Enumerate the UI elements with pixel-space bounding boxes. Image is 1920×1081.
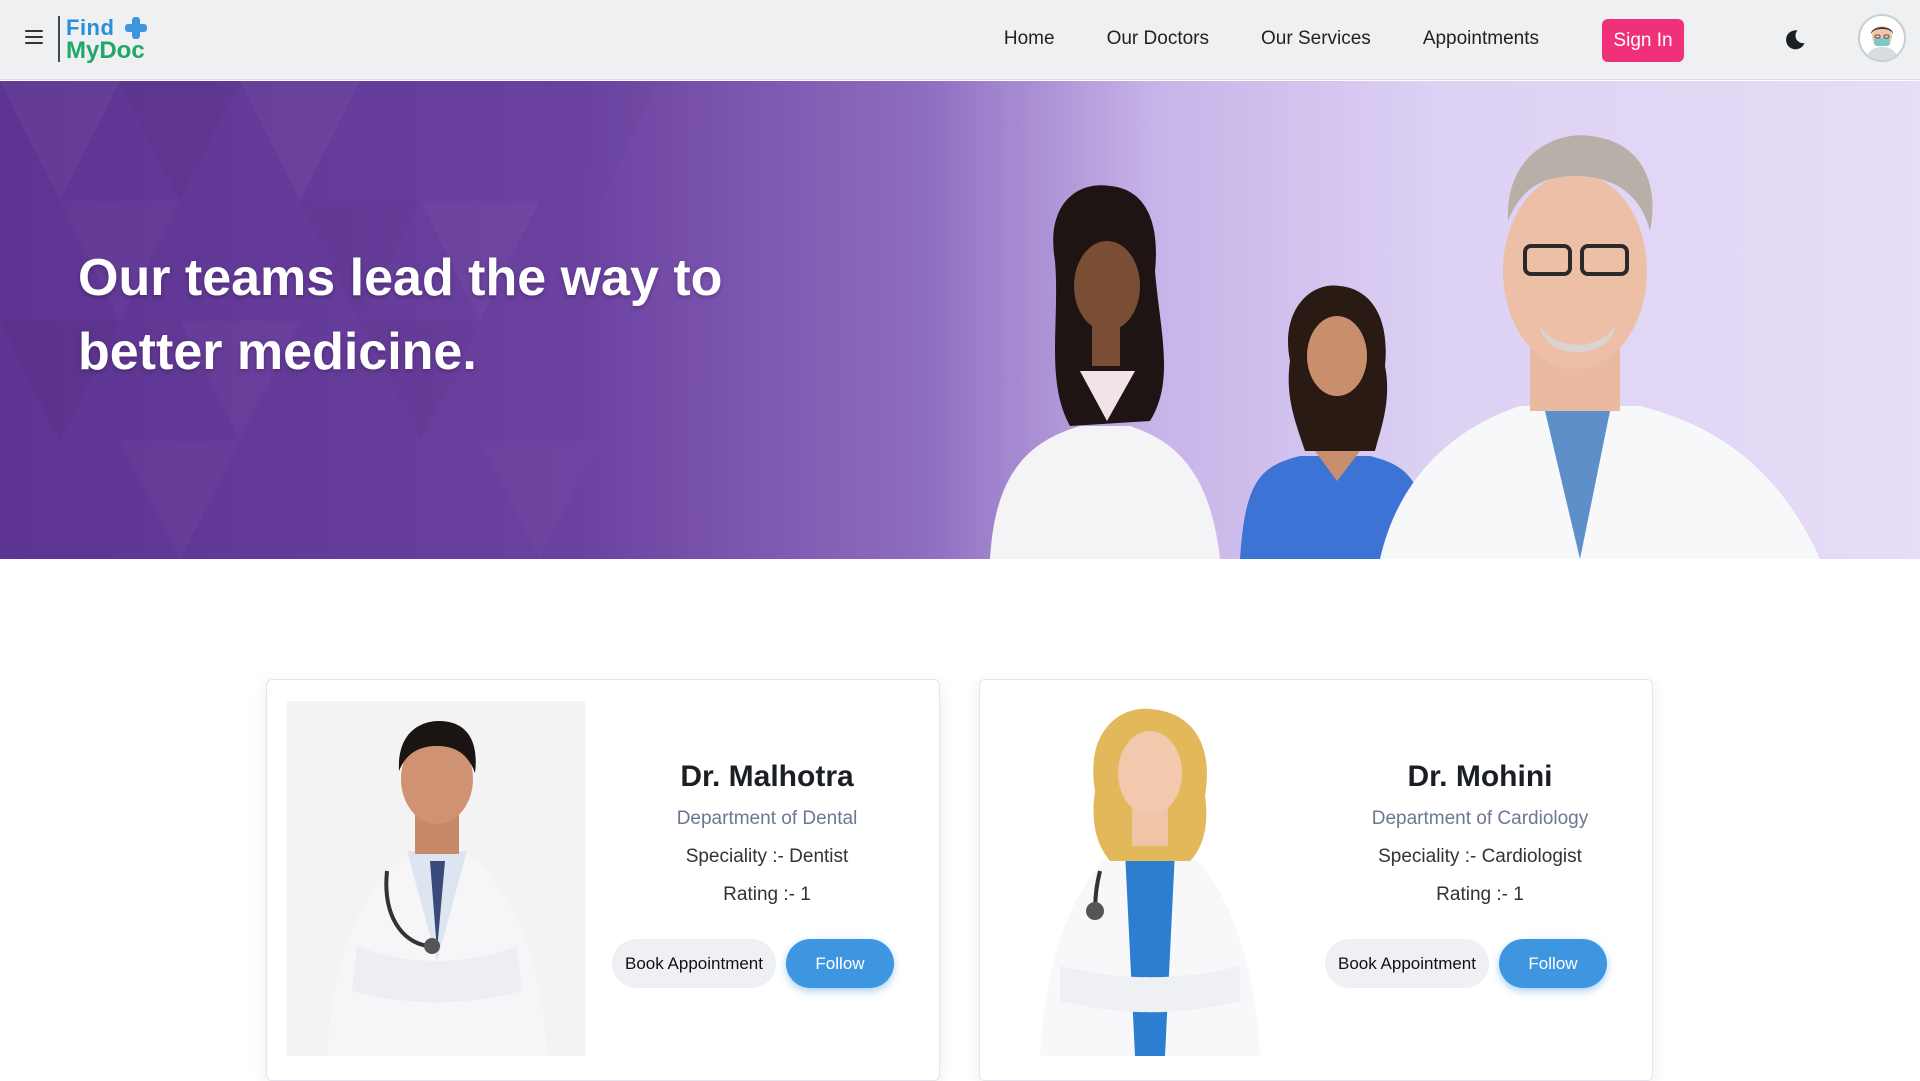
- hamburger-menu-icon[interactable]: [22, 26, 48, 52]
- doctor-name: Dr. Malhotra: [680, 760, 854, 793]
- doctor-actions: Book Appointment Follow: [612, 939, 894, 988]
- book-appointment-button[interactable]: Book Appointment: [1325, 939, 1489, 988]
- book-appointment-button[interactable]: Book Appointment: [612, 939, 776, 988]
- hero-title-line2: better medicine.: [78, 323, 477, 381]
- doctor-info: Dr. Malhotra Department of Dental Specia…: [607, 760, 927, 906]
- doctor-department: Department of Cardiology: [1371, 808, 1589, 829]
- top-navbar: Find MyDoc Home Our Doctors Our Services…: [0, 0, 1920, 80]
- hero-banner: Our teams lead the way to better medicin…: [0, 81, 1920, 559]
- nav-our-services[interactable]: Our Services: [1235, 22, 1397, 56]
- nav-home[interactable]: Home: [978, 22, 1081, 56]
- brand-line2: MyDoc: [66, 37, 145, 64]
- hero-title: Our teams lead the way to better medicin…: [78, 241, 798, 389]
- doctor-info: Dr. Mohini Department of Cardiology Spec…: [1320, 760, 1640, 906]
- doctor-actions: Book Appointment Follow: [1325, 939, 1607, 988]
- doctor-photo: [1000, 701, 1298, 1056]
- doctor-speciality: Speciality :- Dentist: [685, 846, 849, 867]
- doctor-speciality: Speciality :- Cardiologist: [1378, 846, 1582, 867]
- doctor-card: Dr. Mohini Department of Cardiology Spec…: [979, 679, 1653, 1081]
- hero-title-line1: Our teams lead the way to: [78, 249, 723, 307]
- doctor-rating: Rating :- 1: [1436, 884, 1524, 905]
- doctor-photo: [287, 701, 585, 1056]
- sign-in-button[interactable]: Sign In: [1602, 19, 1684, 62]
- nav-appointments[interactable]: Appointments: [1397, 22, 1565, 56]
- user-avatar-icon[interactable]: [1858, 14, 1906, 62]
- brand-logo[interactable]: Find MyDoc: [58, 14, 158, 66]
- main-nav: Home Our Doctors Our Services Appointmen…: [978, 22, 1565, 56]
- doctor-rating: Rating :- 1: [723, 884, 811, 905]
- medical-cross-icon: [125, 17, 147, 39]
- moon-icon[interactable]: [1783, 28, 1807, 52]
- follow-button[interactable]: Follow: [785, 939, 894, 988]
- hero-doctors-image: [990, 135, 1820, 559]
- follow-button[interactable]: Follow: [1498, 939, 1607, 988]
- doctor-name: Dr. Mohini: [1407, 760, 1553, 793]
- doctor-department: Department of Dental: [676, 808, 858, 829]
- nav-our-doctors[interactable]: Our Doctors: [1081, 22, 1235, 56]
- doctor-card: Dr. Malhotra Department of Dental Specia…: [266, 679, 940, 1081]
